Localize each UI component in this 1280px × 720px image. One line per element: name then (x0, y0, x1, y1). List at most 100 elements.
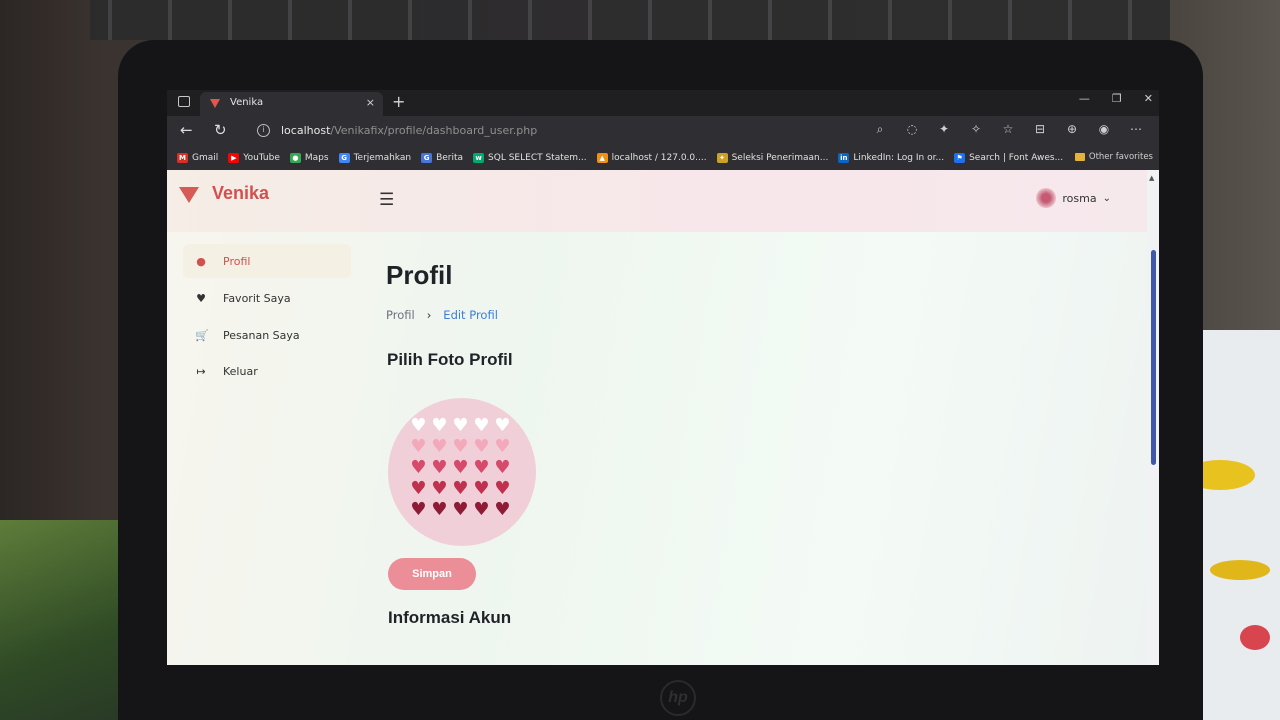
sidebar-item-label: Favorit Saya (223, 291, 291, 305)
window-close-icon[interactable]: ✕ (1144, 92, 1153, 105)
browser-tab-bar: Venika × + (167, 90, 1159, 116)
bookmark-label: SQL SELECT Statem... (488, 153, 587, 163)
collections-icon[interactable]: ⊕ (1065, 122, 1079, 137)
bookmark-item[interactable]: ✦ Seleksi Penerimaan... (716, 153, 829, 163)
user-menu[interactable]: rosma ⌄ (1036, 188, 1111, 208)
save-button[interactable]: Simpan (388, 558, 476, 590)
profile-icon[interactable]: ◉ (1097, 122, 1111, 137)
cart-icon: 🛒 (195, 328, 209, 342)
chevron-down-icon: ⌄ (1102, 192, 1111, 204)
main-content: Profil Profil › Edit Profil Pilih Foto P… (386, 232, 1126, 665)
user-name: rosma (1062, 191, 1097, 205)
bookmark-label: Berita (436, 153, 464, 163)
bookmark-item[interactable]: in LinkedIn: Log In or... (838, 153, 944, 163)
bookmark-label: Maps (304, 153, 329, 163)
back-arrow-icon[interactable]: ← (180, 121, 193, 139)
bookmarks-bar: M Gmail ▶ YouTube ● Maps G Terjemahkan G Berita w S… (167, 146, 1159, 170)
fontawesome-icon: ⚑ (954, 153, 966, 163)
translate-icon: G (338, 153, 350, 163)
user-icon: ● (196, 254, 206, 268)
other-favorites-label: Other favorites (1088, 152, 1153, 162)
account-section-title: Informasi Akun (388, 608, 512, 627)
seleksi-icon: ✦ (716, 153, 728, 163)
minimize-icon[interactable]: — (1079, 92, 1090, 105)
breadcrumb-profil[interactable]: Profil (386, 308, 415, 322)
bookmark-label: LinkedIn: Log In or... (853, 153, 945, 163)
new-tab-button[interactable]: + (392, 92, 405, 111)
tab-close-icon[interactable]: × (366, 96, 375, 109)
sidebar-item-label: Pesanan Saya (223, 328, 300, 342)
reload-icon[interactable]: ↻ (214, 121, 227, 139)
page-scrollbar[interactable]: ▲ (1147, 170, 1159, 665)
phpmyadmin-icon: ▲ (596, 153, 608, 163)
bookmark-item[interactable]: w SQL SELECT Statem... (473, 153, 587, 163)
youtube-icon: ▶ (228, 153, 240, 163)
gmail-icon: M (177, 153, 188, 163)
logout-icon: ↦ (196, 364, 206, 378)
bookmark-label: Seleksi Penerimaan... (731, 153, 829, 163)
bookmark-item[interactable]: ▶ YouTube (228, 153, 280, 163)
bookmark-label: Terjemahkan (353, 153, 412, 163)
other-favorites[interactable]: Other favorites (1074, 152, 1153, 162)
breadcrumb: Profil › Edit Profil (386, 308, 498, 322)
browser-toolbar-icons: ⌕ ◌ ✦ ✧ ☆ ⊟ ⊕ ◉ ⋯ (873, 122, 1143, 137)
address-bar: ← ↻ i localhost/Venikafix/profile/dashbo… (167, 92, 1159, 146)
page-header: Venika ☰ rosma ⌄ (167, 170, 1147, 232)
scroll-up-icon[interactable]: ▲ (1149, 174, 1154, 182)
venika-favicon-icon (210, 99, 220, 108)
hearts-pattern-image: ♥ ♥ ♥ ♥ ♥ ♥ ♥ ♥ ♥ ♥ ♥ ♥ ♥ ♥ ♥ ♥ ♥ ♥ ♥ ♥ ♥ ♥ ♥ ♥ ♥ (410, 415, 511, 520)
sidebar-item-favorit-saya[interactable]: ♥ Favorit Saya (183, 281, 351, 315)
laptop-screen: Venika × + ← ↻ i localhost/Venikafix/pro… (167, 90, 1159, 665)
brand-name[interactable]: Venika (212, 183, 269, 204)
folder-icon (1074, 153, 1085, 161)
avatar (1036, 188, 1057, 208)
breadcrumb-edit-profil[interactable]: Edit Profil (443, 308, 498, 322)
tab-actions-icon[interactable] (178, 96, 190, 107)
restore-icon[interactable]: ❐ (1112, 92, 1122, 105)
window-controls: — ❐ ✕ (1079, 92, 1153, 105)
bookmark-item[interactable]: ▲ localhost / 127.0.0.... (596, 153, 707, 163)
heart-icon: ♥ (196, 291, 206, 305)
sidebar-item-profil[interactable]: ● Profil (183, 244, 351, 278)
scroll-thumb[interactable] (1151, 250, 1156, 465)
zoom-icon[interactable]: ⌕ (873, 122, 887, 137)
bookmark-item[interactable]: M Gmail (177, 153, 218, 163)
more-menu-icon[interactable]: ⋯ (1129, 122, 1143, 137)
extension-x-icon[interactable]: ✦ (937, 122, 951, 137)
background-shelf (90, 0, 1170, 40)
chevron-right-icon: › (426, 308, 432, 322)
hp-logo-icon: hp (660, 680, 696, 716)
bookmark-item[interactable]: G Berita (421, 153, 463, 163)
sidebar: ● Profil ♥ Favorit Saya 🛒 Pesanan Saya ↦ Keluar… (167, 232, 367, 665)
page-title: Profil (386, 260, 453, 290)
read-aloud-icon[interactable]: ◌ (905, 122, 919, 137)
hamburger-menu-icon[interactable]: ☰ (379, 190, 394, 210)
bookmark-item[interactable]: ● Maps (289, 153, 329, 163)
bookmark-item[interactable]: G Terjemahkan (338, 153, 412, 163)
site-info-icon[interactable]: i (257, 124, 270, 137)
split-screen-icon[interactable]: ⊟ (1033, 122, 1047, 137)
bookmark-label: Gmail (192, 153, 219, 163)
favorites-icon[interactable]: ☆ (1001, 122, 1015, 137)
web-page: Venika ☰ rosma ⌄ ● Profil ♥ Favorit Saya 🛒 Pe… (167, 170, 1147, 665)
sidebar-item-label: Profil (223, 254, 251, 268)
url-path: /Venikafix/profile/dashboard_user.php (330, 124, 538, 137)
linkedin-icon: in (838, 153, 850, 163)
tab-title: Venika (230, 97, 264, 108)
venika-logo-icon[interactable] (179, 187, 199, 203)
url-field[interactable]: localhost/Venikafix/profile/dashboard_us… (281, 124, 537, 137)
w3schools-icon: w (473, 153, 485, 163)
news-icon: G (421, 153, 433, 163)
bookmark-item[interactable]: ⚑ Search | Font Awes... (954, 153, 1063, 163)
profile-photo-picker[interactable]: ♥ ♥ ♥ ♥ ♥ ♥ ♥ ♥ ♥ ♥ ♥ ♥ ♥ ♥ ♥ ♥ ♥ ♥ ♥ ♥ ♥ ♥ ♥ ♥ ♥ (388, 398, 536, 546)
photo-section-title: Pilih Foto Profil (387, 350, 513, 369)
bookmark-label: Search | Font Awes... (969, 153, 1064, 163)
url-host: localhost (281, 124, 331, 137)
extensions-icon[interactable]: ✧ (969, 122, 983, 137)
bookmark-label: localhost / 127.0.0.... (611, 153, 707, 163)
sidebar-item-keluar[interactable]: ↦ Keluar (183, 354, 351, 388)
maps-icon: ● (289, 153, 301, 163)
sidebar-item-pesanan-saya[interactable]: 🛒 Pesanan Saya (183, 318, 351, 352)
browser-tab[interactable]: Venika × (200, 92, 383, 116)
bookmark-label: YouTube (243, 153, 280, 163)
